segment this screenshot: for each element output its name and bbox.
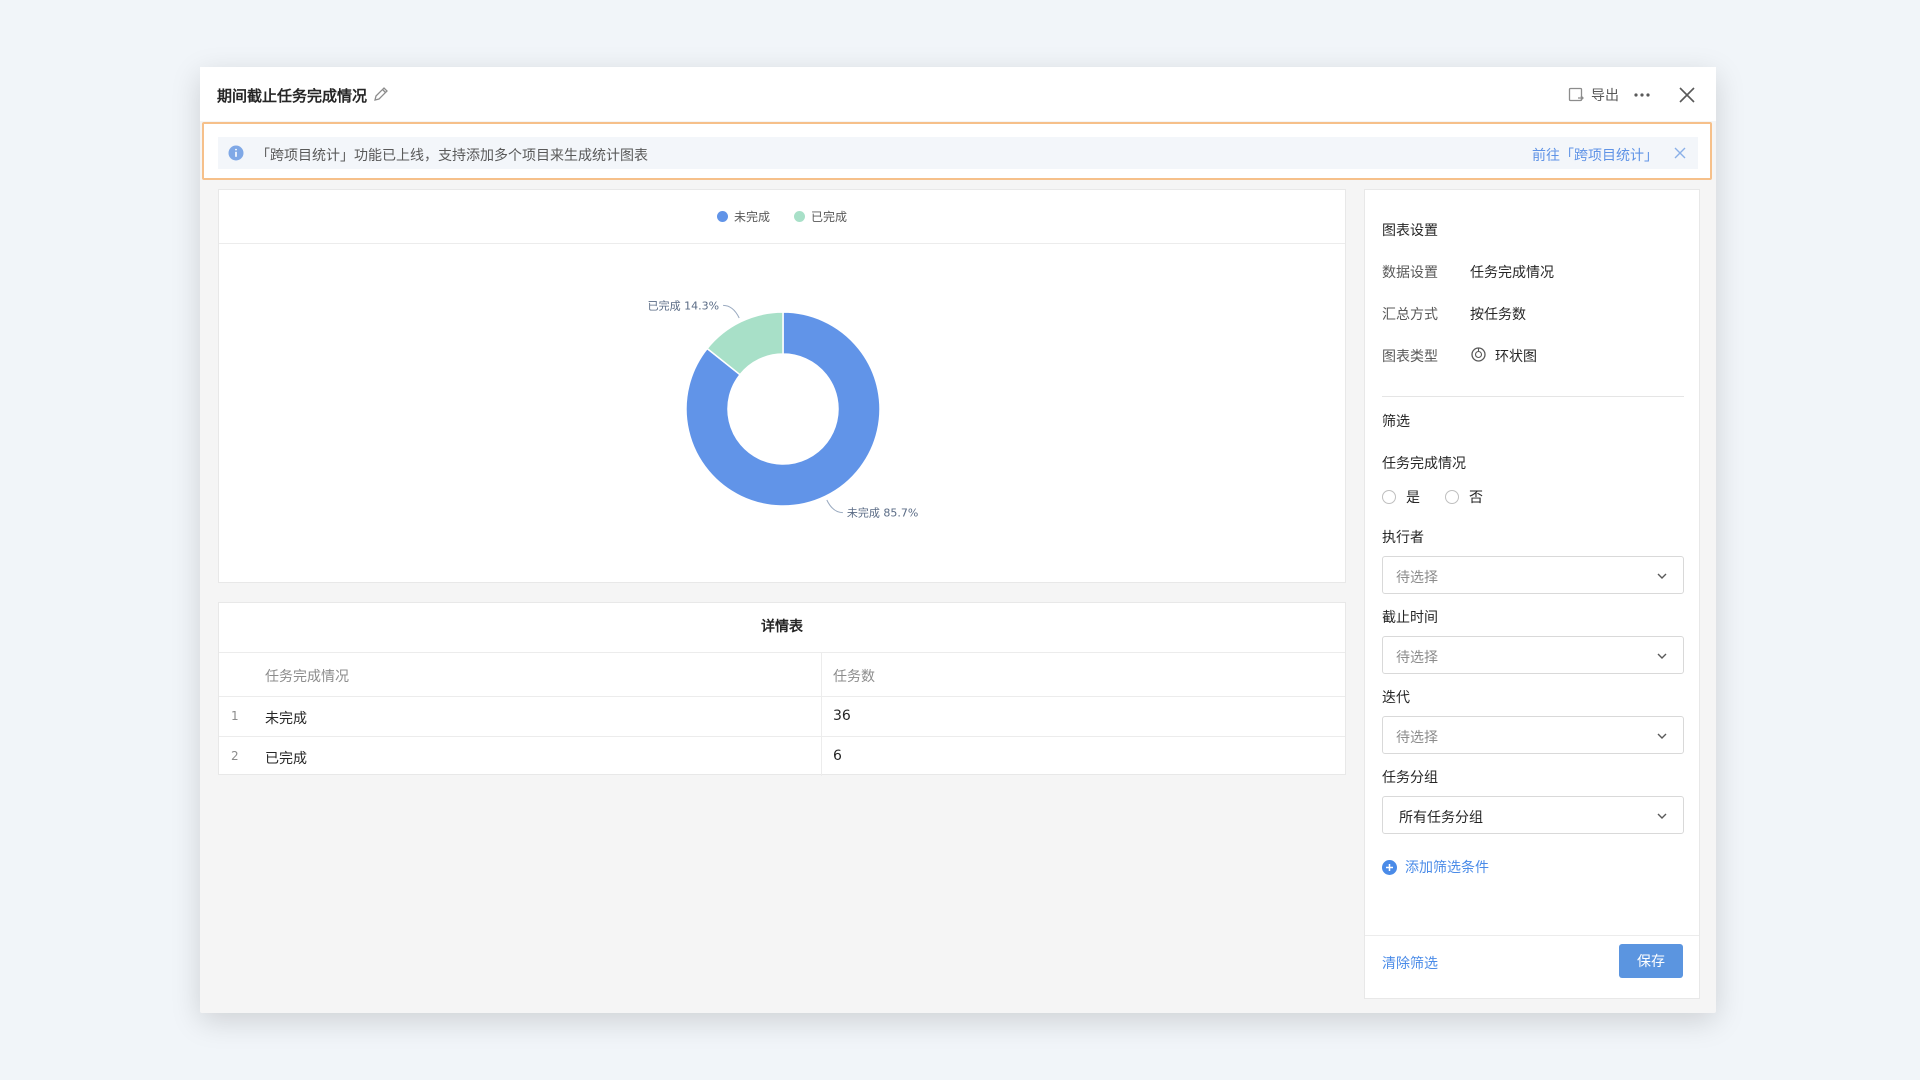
assignee-select[interactable]: 待选择 (1382, 556, 1684, 594)
clear-filter-button[interactable]: 清除筛选 (1382, 953, 1438, 973)
chart-settings-title: 图表设置 (1382, 223, 1438, 239)
column-divider (821, 653, 822, 696)
notice-text: 「跨项目统计」功能已上线，支持添加多个项目来生成统计图表 (256, 148, 648, 164)
notice-close-icon[interactable] (1672, 145, 1688, 161)
legend-dot-complete (794, 211, 805, 222)
column-header-count: 任务数 (833, 669, 875, 685)
row-index: 1 (231, 709, 239, 723)
data-setting-value[interactable]: 任务完成情况 (1470, 262, 1554, 282)
add-filter-label: 添加筛选条件 (1405, 860, 1489, 876)
notice-banner: 「跨项目统计」功能已上线，支持添加多个项目来生成统计图表 前往「跨项目统计」 (202, 122, 1712, 180)
chart-legend: 未完成 已完成 (219, 190, 1345, 244)
donut-chart-icon (1471, 347, 1486, 362)
chevron-down-icon (1657, 573, 1667, 579)
chart-type-value[interactable]: 环状图 (1495, 346, 1537, 366)
legend-label-incomplete: 未完成 (733, 210, 770, 224)
export-label: 导出 (1591, 88, 1619, 104)
radio-no-label: 否 (1469, 490, 1483, 506)
iteration-select-value: 待选择 (1396, 730, 1438, 746)
slice-label-1: 已完成 14.3% (648, 298, 719, 312)
legend-item-complete[interactable]: 已完成 (794, 208, 847, 225)
close-icon[interactable] (1676, 84, 1698, 106)
legend-dot-incomplete (716, 211, 728, 222)
settings-divider (1382, 396, 1684, 397)
chevron-down-icon (1657, 813, 1667, 819)
legend-label-complete: 已完成 (811, 210, 848, 224)
assignee-select-value: 待选择 (1396, 570, 1438, 586)
row-status: 已完成 (265, 751, 307, 767)
chevron-down-icon (1657, 653, 1667, 659)
aggregate-value[interactable]: 按任务数 (1470, 304, 1526, 324)
add-filter-button[interactable]: 添加筛选条件 (1382, 857, 1489, 877)
more-icon[interactable] (1632, 85, 1652, 105)
data-setting-key: 数据设置 (1382, 265, 1438, 281)
edit-pencil-icon[interactable] (372, 85, 390, 103)
label-leader-line-1 (723, 304, 740, 319)
table-header-row: 任务完成情况 任务数 (219, 653, 1345, 697)
detail-table: 详情表 任务完成情况 任务数 1 未完成 36 2 已完成 6 (218, 602, 1346, 776)
plus-circle-icon (1382, 859, 1397, 875)
chart-modal: 期间截止任务完成情况 导出 「跨项目统计」功能已上线，支持添加多个项目来生成统计… (200, 67, 1716, 1013)
task-group-select-value: 所有任务分组 (1399, 810, 1483, 826)
task-group-select[interactable]: 所有任务分组 (1382, 796, 1684, 834)
export-icon (1568, 87, 1584, 102)
row-count: 36 (833, 708, 851, 724)
aggregate-key: 汇总方式 (1382, 307, 1438, 323)
iteration-label: 迭代 (1382, 690, 1410, 706)
cross-project-link[interactable]: 前往「跨项目统计」 (1532, 145, 1658, 165)
column-divider (821, 697, 822, 736)
chart-type-key: 图表类型 (1382, 349, 1438, 365)
label-leader-line-0 (826, 499, 843, 514)
page-title: 期间截止任务完成情况 (217, 87, 368, 105)
slice-label-0: 未完成 85.7% (847, 506, 918, 520)
table-row: 2 已完成 6 (219, 737, 1345, 776)
row-status: 未完成 (265, 711, 307, 727)
radio-yes-circle[interactable] (1382, 490, 1396, 504)
table-title: 详情表 (219, 603, 1345, 653)
deadline-select[interactable]: 待选择 (1382, 636, 1684, 674)
save-button[interactable]: 保存 (1619, 944, 1683, 978)
panel-footer-divider (1365, 935, 1699, 936)
radio-yes[interactable]: 是 (1382, 487, 1420, 507)
notice-inner: 「跨项目统计」功能已上线，支持添加多个项目来生成统计图表 前往「跨项目统计」 (218, 137, 1698, 169)
legend-item-incomplete[interactable]: 未完成 (716, 208, 770, 225)
completion-filter-label: 任务完成情况 (1382, 456, 1466, 472)
radio-no[interactable]: 否 (1445, 487, 1483, 507)
iteration-select[interactable]: 待选择 (1382, 716, 1684, 754)
assignee-label: 执行者 (1382, 530, 1424, 546)
filter-title: 筛选 (1382, 414, 1410, 430)
modal-header: 期间截止任务完成情况 导出 (200, 67, 1716, 121)
deadline-label: 截止时间 (1382, 610, 1438, 626)
donut-chart: 未完成 85.7% 已完成 14.3% (648, 298, 919, 520)
info-icon (228, 145, 244, 161)
column-header-status: 任务完成情况 (265, 669, 349, 685)
row-count: 6 (833, 748, 842, 764)
row-index: 2 (231, 749, 239, 763)
radio-yes-label: 是 (1406, 490, 1420, 506)
deadline-select-value: 待选择 (1396, 650, 1438, 666)
table-row: 1 未完成 36 (219, 697, 1345, 737)
task-group-label: 任务分组 (1382, 770, 1438, 786)
settings-panel: 图表设置 数据设置 任务完成情况 汇总方式 按任务数 图表类型 环状图 筛选 任… (1364, 189, 1700, 999)
radio-no-circle[interactable] (1445, 490, 1459, 504)
export-button[interactable]: 导出 (1567, 84, 1619, 106)
column-divider (821, 737, 822, 776)
chevron-down-icon (1657, 733, 1667, 739)
chart-card: 未完成 已完成 未完成 85.7% 已完成 14.3% (218, 189, 1346, 583)
